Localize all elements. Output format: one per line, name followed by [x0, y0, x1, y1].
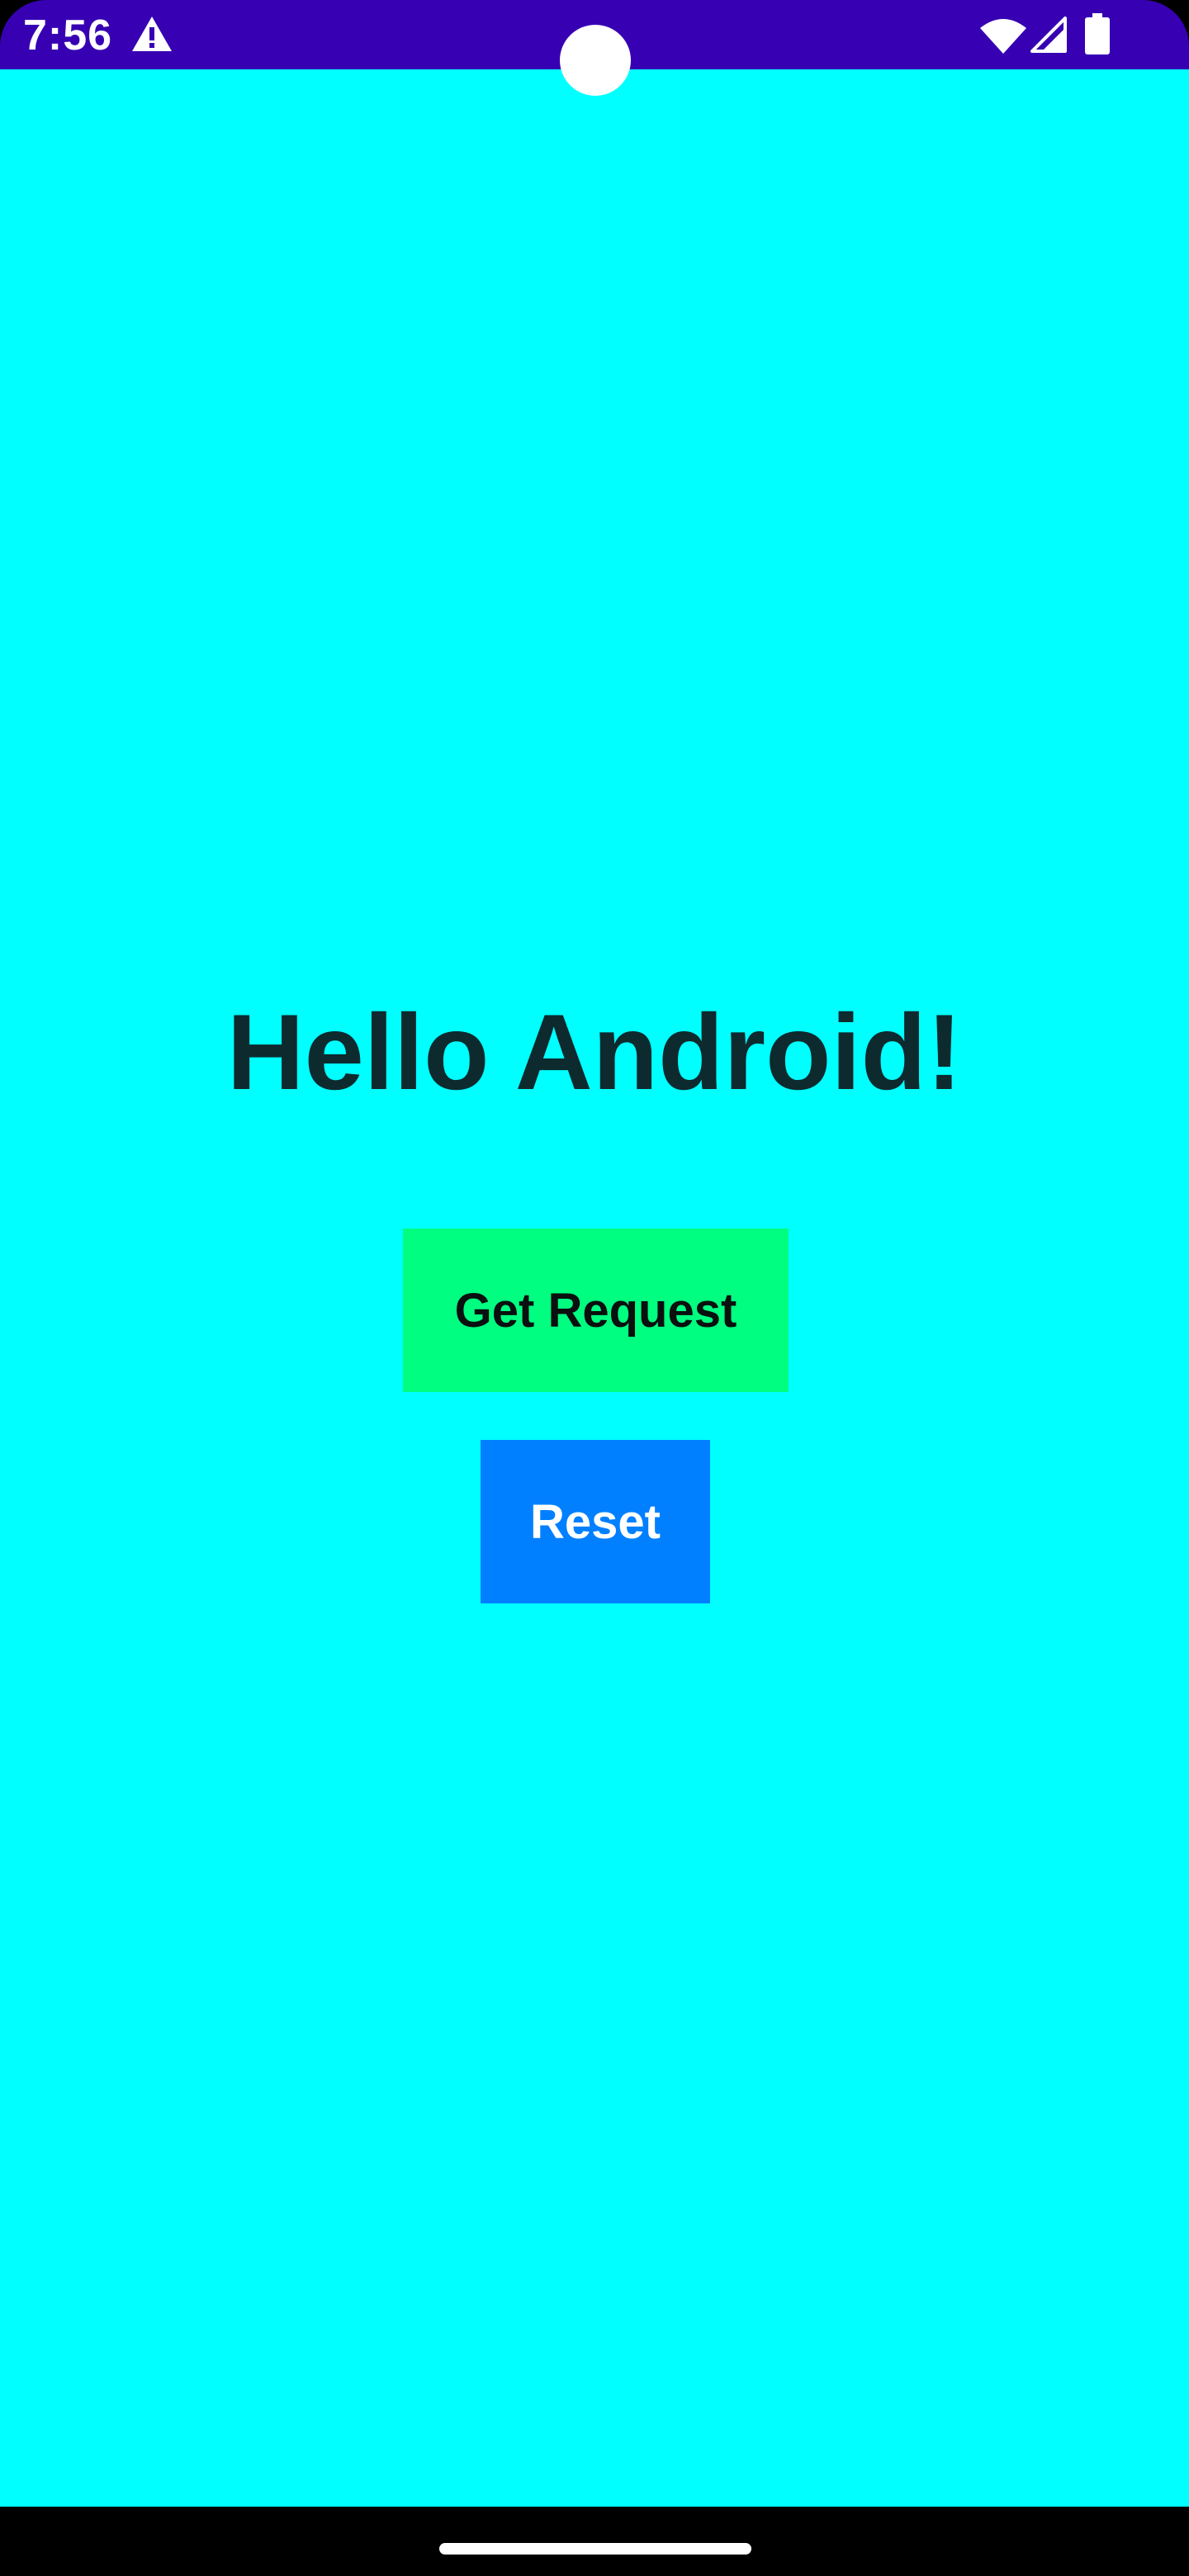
reset-button[interactable]: Reset [481, 1440, 710, 1603]
main-content: Hello Android! Get Request Reset [0, 69, 1189, 2507]
navigation-bar [0, 2507, 1189, 2576]
camera-cutout [560, 25, 631, 96]
home-gesture-handle[interactable] [439, 2543, 751, 2555]
battery-icon [1085, 13, 1110, 54]
get-request-button[interactable]: Get Request [403, 1229, 789, 1392]
cellular-signal-icon [1030, 17, 1067, 53]
alert-icon [132, 17, 172, 51]
wifi-icon [980, 19, 1026, 54]
status-time: 7:56 [23, 12, 113, 59]
greeting-text: Hello Android! [226, 992, 963, 1112]
